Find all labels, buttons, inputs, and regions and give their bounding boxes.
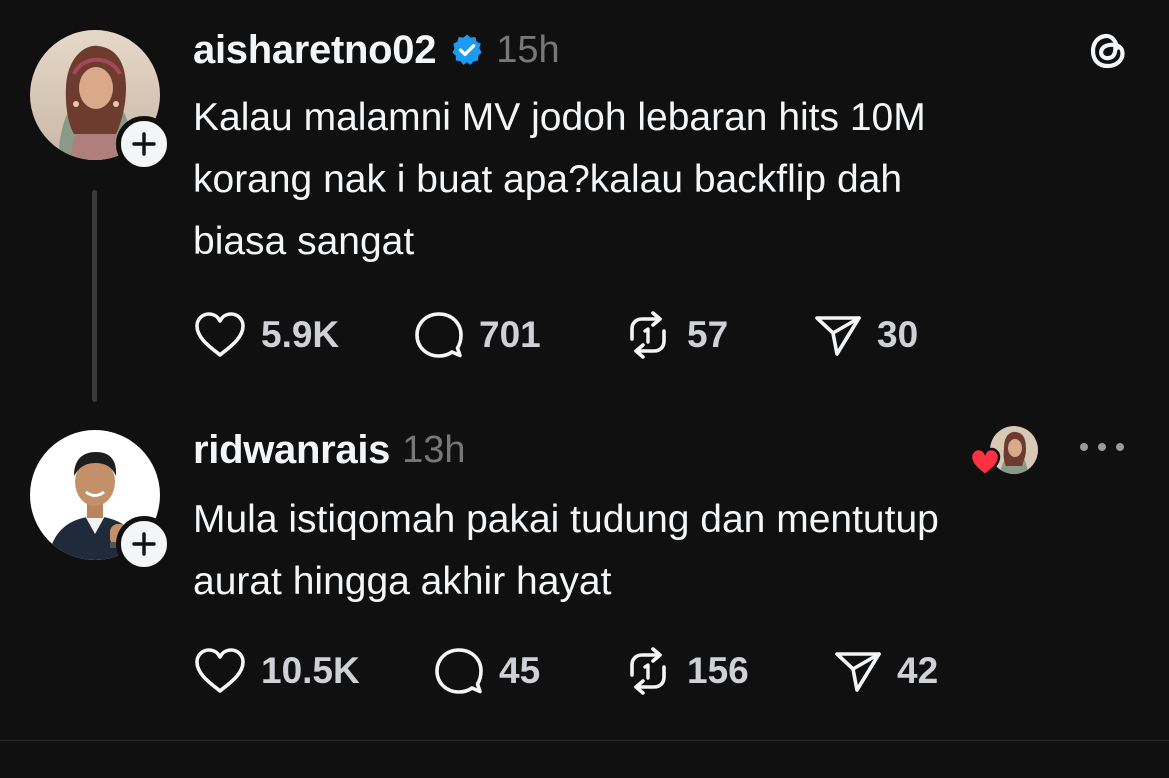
repost-button[interactable]: 156: [623, 645, 833, 697]
reply-count: 45: [499, 650, 541, 691]
post-actions: 5.9K 701 57 30: [193, 307, 918, 363]
like-button[interactable]: 10.5K: [193, 646, 433, 696]
like-count: 10.5K: [261, 650, 360, 691]
repost-button[interactable]: 57: [623, 309, 813, 361]
heart-icon: [195, 648, 245, 693]
comment-bubble-icon: [415, 312, 463, 358]
plus-icon: [132, 132, 156, 156]
feed-divider: [0, 740, 1169, 741]
heart-icon: [195, 312, 245, 357]
reply-button[interactable]: 701: [413, 309, 623, 361]
thread-post-ridwanrais: ridwanrais 13h Mula istiqomah pakai tudu…: [0, 420, 1169, 740]
repost-icon: [630, 311, 666, 359]
post-header: ridwanrais 13h: [193, 426, 466, 474]
more-options-button[interactable]: [1080, 432, 1124, 462]
share-button[interactable]: 42: [833, 647, 938, 695]
repost-icon: [630, 647, 666, 695]
threads-logo-icon[interactable]: [1084, 26, 1132, 74]
repost-count: 156: [687, 650, 749, 691]
share-count: 30: [877, 314, 919, 355]
reply-button[interactable]: 45: [433, 645, 623, 697]
plus-icon: [132, 532, 156, 556]
liked-by-author-indicator: [968, 424, 1042, 480]
share-button[interactable]: 30: [813, 311, 918, 359]
like-count: 5.9K: [261, 314, 340, 355]
username[interactable]: aisharetno02: [193, 28, 436, 73]
send-icon: [835, 652, 881, 692]
send-icon: [815, 316, 861, 356]
post-body: Kalau malamni MV jodoh lebaran hits 10M …: [193, 87, 1123, 273]
verified-badge-icon: [450, 33, 484, 67]
thread-connector-line: [92, 190, 97, 402]
post-text-line: biasa sangat: [193, 220, 415, 263]
username[interactable]: ridwanrais: [193, 428, 390, 473]
post-body: Mula istiqomah pakai tudung dan mentutup…: [193, 489, 1123, 613]
more-horizontal-icon: [1080, 443, 1088, 451]
post-text-line: Kalau malamni MV jodoh lebaran hits 10M: [193, 96, 926, 139]
repost-count: 57: [687, 314, 729, 355]
post-header: aisharetno02 15h: [193, 26, 560, 74]
follow-button[interactable]: [116, 116, 172, 172]
heart-filled-icon: [968, 446, 1002, 478]
like-button[interactable]: 5.9K: [193, 310, 413, 360]
post-time: 13h: [402, 428, 466, 471]
thread-post-aisharetno02: aisharetno02 15h Kalau malamni MV jodoh …: [0, 0, 1169, 420]
post-text-line: aurat hingga akhir hayat: [193, 560, 612, 603]
post-text-line: Mula istiqomah pakai tudung dan mentutup: [193, 498, 939, 541]
comment-bubble-icon: [435, 648, 483, 694]
share-count: 42: [897, 650, 939, 691]
follow-button[interactable]: [116, 516, 172, 572]
reply-count: 701: [479, 314, 541, 355]
post-text-line: korang nak i buat apa?kalau backflip dah: [193, 158, 903, 201]
post-actions: 10.5K 45 156 42: [193, 643, 938, 699]
post-time: 15h: [496, 28, 560, 71]
